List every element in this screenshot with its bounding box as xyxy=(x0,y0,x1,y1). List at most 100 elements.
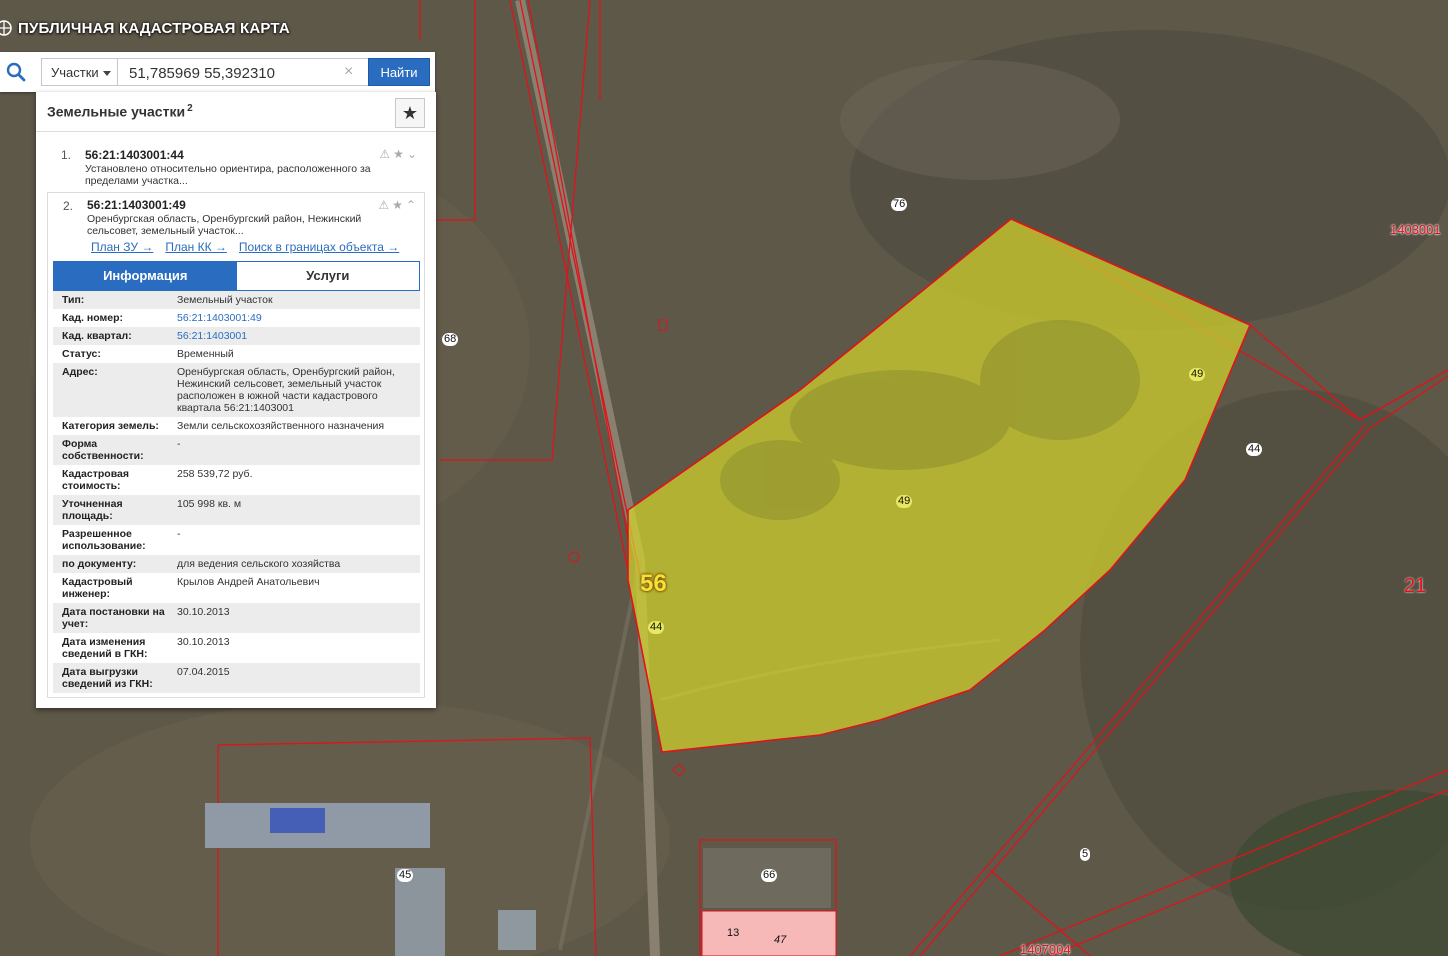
map-label-47: 47 xyxy=(774,934,787,946)
panel-title-text: Земельные участки xyxy=(47,103,186,120)
warning-icon[interactable]: ⚠ xyxy=(379,147,390,161)
info-label: Дата выгрузки сведений из ГКН: xyxy=(62,666,153,690)
app-title-text: ПУБЛИЧНАЯ КАДАСТРОВАЯ КАРТА xyxy=(18,19,290,37)
info-label: Форма собственности: xyxy=(62,438,144,462)
result-index: 2. xyxy=(63,199,74,213)
map-label-44b: 44 xyxy=(648,621,665,634)
info-table: Тип: Земельный участок Кад. номер: 56:21… xyxy=(53,291,420,693)
result-actions: ⚠ ★ ⌃ xyxy=(378,198,416,212)
info-value: Земельный участок xyxy=(177,294,273,306)
map-label-56-quarter: 56 xyxy=(640,570,667,597)
map-label-13: 13 xyxy=(727,927,740,939)
result-description: Установлено относительно ориентира, расп… xyxy=(85,163,371,187)
tab-services[interactable]: Услуги xyxy=(236,262,419,290)
info-label: Кад. квартал: xyxy=(62,330,132,342)
info-label: Уточненная площадь: xyxy=(62,498,123,522)
warning-icon[interactable]: ⚠ xyxy=(378,198,389,212)
result-cad-number[interactable]: 56:21:1403001:44 xyxy=(85,148,184,162)
plan-zu-link[interactable]: План ЗУ → xyxy=(91,240,153,254)
info-label: по документу: xyxy=(62,558,137,570)
map-label-44a: 44 xyxy=(1246,443,1263,456)
result-links: План ЗУ → План КК → Поиск в границах объ… xyxy=(91,240,399,254)
panel-header: Земельные участки 2 ★ xyxy=(36,92,436,132)
info-label: Статус: xyxy=(62,348,101,360)
map-label-5: 5 xyxy=(1080,848,1091,861)
map-label-quarter-1407004: 1407004 xyxy=(1020,942,1071,956)
info-value: - xyxy=(177,438,181,450)
search-input[interactable] xyxy=(117,58,369,86)
info-row-engineer: Кадастровый инженер: Крылов Андрей Анато… xyxy=(53,573,420,603)
info-value: 105 998 кв. м xyxy=(177,498,242,510)
info-value: Оренбургская область, Оренбургский район… xyxy=(177,366,395,414)
result-count: 2 xyxy=(187,103,193,114)
info-row-ownership: Форма собственности: - xyxy=(53,435,420,465)
info-label: Категория земель: xyxy=(62,420,159,432)
info-value: 30.10.2013 xyxy=(177,636,230,648)
find-button[interactable]: Найти xyxy=(368,58,430,86)
info-label: Кадастровая стоимость: xyxy=(62,468,129,492)
star-icon[interactable]: ★ xyxy=(392,198,403,212)
panel-title: Земельные участки 2 xyxy=(47,103,193,120)
info-label: Дата изменения сведений в ГКН: xyxy=(62,636,148,660)
globe-logo-icon xyxy=(0,20,12,36)
info-row-permitted-use: Разрешенное использование: - xyxy=(53,525,420,555)
info-value: Временный xyxy=(177,348,234,360)
info-value: 258 539,72 руб. xyxy=(177,468,253,480)
info-label: Адрес: xyxy=(62,366,98,378)
info-value: Крылов Андрей Анатольевич xyxy=(177,576,320,588)
result-actions: ⚠ ★ ⌄ xyxy=(379,147,417,161)
result-item-1[interactable]: 1. 56:21:1403001:44 Установлено относите… xyxy=(47,147,425,188)
search-icon[interactable] xyxy=(6,62,26,82)
info-row-cad-value: Кадастровая стоимость: 258 539,72 руб. xyxy=(53,465,420,495)
info-row-cad-quarter: Кад. квартал: 56:21:1403001 xyxy=(53,327,420,345)
info-value: Земли сельскохозяйственного назначения xyxy=(177,420,385,432)
info-row-by-document: по документу: для ведения сельского хозя… xyxy=(53,555,420,573)
result-item-2: 2. 56:21:1403001:49 Оренбургская область… xyxy=(47,192,425,698)
map-label-68: 68 xyxy=(442,333,459,346)
info-row-cad-number: Кад. номер: 56:21:1403001:49 xyxy=(53,309,420,327)
chevron-down-icon xyxy=(102,71,111,77)
star-icon[interactable]: ★ xyxy=(393,147,404,161)
tab-information[interactable]: Информация xyxy=(54,262,237,290)
info-row-export-date: Дата выгрузки сведений из ГКН: 07.04.201… xyxy=(53,663,420,693)
parcel-13-highlight[interactable] xyxy=(701,910,837,956)
plan-kk-link[interactable]: План КК → xyxy=(165,240,227,254)
info-row-address: Адрес: Оренбургская область, Оренбургски… xyxy=(53,363,420,417)
info-row-area: Уточненная площадь: 105 998 кв. м xyxy=(53,495,420,525)
cad-number-link[interactable]: 56:21:1403001:49 xyxy=(173,309,420,327)
search-bar: Участки × Найти xyxy=(0,52,435,92)
info-row-type: Тип: Земельный участок xyxy=(53,291,420,309)
search-type-label: Участки xyxy=(51,65,99,80)
info-value: 07.04.2015 xyxy=(177,666,230,678)
map-label-49a: 49 xyxy=(1189,368,1206,381)
chevron-down-icon[interactable]: ⌄ xyxy=(407,147,417,161)
info-value: 30.10.2013 xyxy=(177,606,230,618)
favorites-star-button[interactable]: ★ xyxy=(395,98,425,128)
info-row-status: Статус: Временный xyxy=(53,345,420,363)
result-index: 1. xyxy=(61,148,72,162)
info-label: Кадастровый инженер: xyxy=(62,576,133,600)
search-type-select[interactable]: Участки xyxy=(41,58,117,86)
info-value: для ведения сельского хозяйства xyxy=(177,558,341,570)
map-label-49b: 49 xyxy=(896,495,913,508)
clear-icon[interactable]: × xyxy=(344,62,353,82)
info-row-land-category: Категория земель: Земли сельскохозяйстве… xyxy=(53,417,420,435)
map-label-21: 21 xyxy=(1404,575,1427,597)
info-tabs: Информация Услуги xyxy=(53,261,420,291)
chevron-up-icon[interactable]: ⌃ xyxy=(406,198,416,212)
result-cad-number[interactable]: 56:21:1403001:49 xyxy=(87,198,186,212)
map-label-66: 66 xyxy=(761,869,778,882)
app-title: ПУБЛИЧНАЯ КАДАСТРОВАЯ КАРТА xyxy=(0,14,290,42)
info-value: - xyxy=(177,528,181,540)
search-in-bounds-link[interactable]: Поиск в границах объекта → xyxy=(239,240,399,254)
info-row-change-date: Дата изменения сведений в ГКН: 30.10.201… xyxy=(53,633,420,663)
info-row-registration-date: Дата постановки на учет: 30.10.2013 xyxy=(53,603,420,633)
cad-quarter-link[interactable]: 56:21:1403001 xyxy=(173,327,420,345)
map-label-quarter-1403001: 1403001 xyxy=(1390,222,1441,237)
info-label: Дата постановки на учет: xyxy=(62,606,165,630)
results-panel: Земельные участки 2 ★ 1. 56:21:1403001:44… xyxy=(36,92,436,708)
map-label-45: 45 xyxy=(397,869,414,882)
info-label: Тип: xyxy=(62,294,85,306)
info-label: Кад. номер: xyxy=(62,312,124,324)
map-label-76: 76 xyxy=(891,198,908,211)
